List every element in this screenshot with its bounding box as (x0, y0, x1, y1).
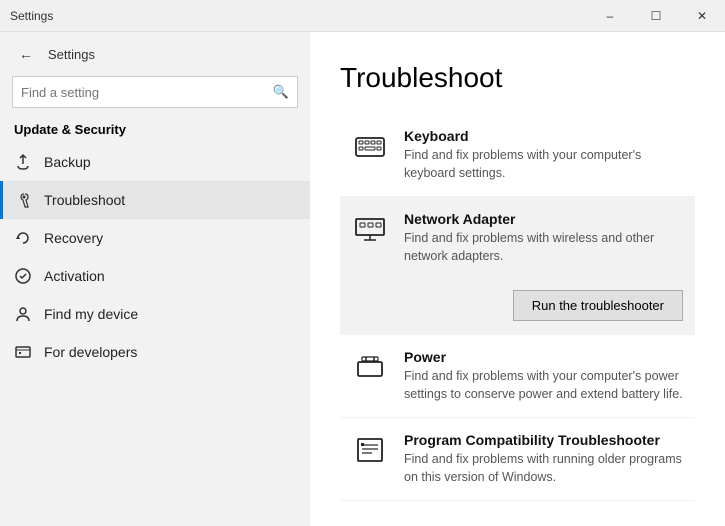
keyboard-icon (352, 128, 388, 164)
backup-icon (14, 153, 32, 171)
program-compat-title: Program Compatibility Troubleshooter (404, 432, 683, 448)
program-compat-card-body: Program Compatibility Troubleshooter Fin… (404, 432, 683, 486)
sidebar-item-backup[interactable]: Backup (0, 143, 310, 181)
sidebar-item-findmydevice-label: Find my device (44, 306, 138, 322)
program-icon (352, 432, 388, 468)
power-card: Power Find and fix problems with your co… (340, 335, 695, 418)
titlebar: Settings – ☐ ✕ (0, 0, 725, 32)
search-input[interactable] (21, 85, 273, 100)
power-card-body: Power Find and fix problems with your co… (404, 349, 683, 403)
network-adapter-title: Network Adapter (404, 211, 683, 227)
network-adapter-desc: Find and fix problems with wireless and … (404, 230, 683, 265)
search-icon: 🔍 (273, 84, 289, 100)
keyboard-title: Keyboard (404, 128, 683, 144)
minimize-button[interactable]: – (587, 0, 633, 32)
recovery-icon (14, 229, 32, 247)
power-desc: Find and fix problems with your computer… (404, 368, 683, 403)
network-icon (352, 211, 388, 247)
power-icon (352, 349, 388, 385)
app-container: ← Settings 🔍 Update & Security Backup (0, 32, 725, 526)
sidebar-item-troubleshoot[interactable]: Troubleshoot (0, 181, 310, 219)
main-content: Troubleshoot Keyboard Find and fix probl… (310, 32, 725, 526)
maximize-button[interactable]: ☐ (633, 0, 679, 32)
sidebar-section-title: Update & Security (0, 116, 310, 143)
sidebar: ← Settings 🔍 Update & Security Backup (0, 32, 310, 526)
sidebar-items: Backup Troubleshoot Re (0, 143, 310, 526)
sidebar-item-troubleshoot-label: Troubleshoot (44, 192, 125, 208)
wrench-icon (14, 191, 32, 209)
run-troubleshooter-button[interactable]: Run the troubleshooter (513, 290, 683, 321)
sidebar-item-fordevelopers[interactable]: For developers (0, 333, 310, 371)
sidebar-nav-bar: ← Settings (0, 32, 310, 76)
sidebar-item-activation[interactable]: Activation (0, 257, 310, 295)
sidebar-item-fordevelopers-label: For developers (44, 344, 137, 360)
app-title: Settings (10, 9, 53, 23)
network-adapter-card: Network Adapter Find and fix problems wi… (340, 197, 695, 280)
program-compat-card: Program Compatibility Troubleshooter Fin… (340, 418, 695, 501)
network-adapter-card-body: Network Adapter Find and fix problems wi… (404, 211, 683, 265)
activation-icon (14, 267, 32, 285)
back-button[interactable]: ← (12, 40, 40, 68)
sidebar-item-recovery-label: Recovery (44, 230, 103, 246)
sidebar-item-activation-label: Activation (44, 268, 105, 284)
program-compat-desc: Find and fix problems with running older… (404, 451, 683, 486)
window-controls: – ☐ ✕ (587, 0, 725, 32)
keyboard-desc: Find and fix problems with your computer… (404, 147, 683, 182)
keyboard-card-body: Keyboard Find and fix problems with your… (404, 128, 683, 182)
keyboard-card: Keyboard Find and fix problems with your… (340, 114, 695, 197)
sidebar-app-title: Settings (48, 47, 95, 62)
sidebar-item-findmydevice[interactable]: Find my device (0, 295, 310, 333)
close-button[interactable]: ✕ (679, 0, 725, 32)
person-icon (14, 305, 32, 323)
sidebar-item-recovery[interactable]: Recovery (0, 219, 310, 257)
run-btn-row: Run the troubleshooter (340, 280, 695, 335)
page-title: Troubleshoot (340, 62, 695, 94)
developers-icon (14, 343, 32, 361)
power-title: Power (404, 349, 683, 365)
search-box: 🔍 (12, 76, 298, 108)
sidebar-item-backup-label: Backup (44, 154, 91, 170)
